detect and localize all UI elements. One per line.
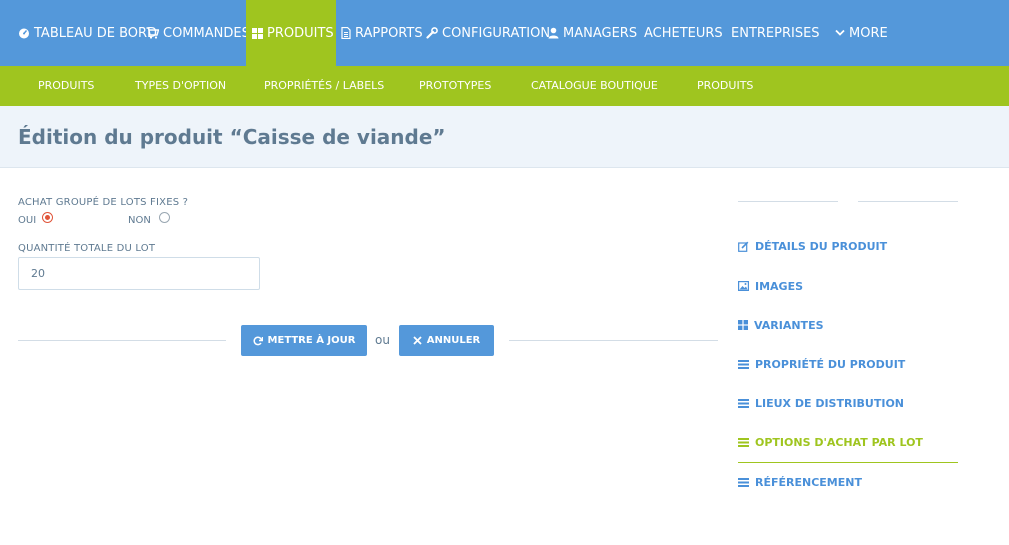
nav-item-label: MANAGERS	[563, 25, 638, 41]
sidebar-item-label: PROPRIÉTÉ DU PRODUIT	[755, 357, 906, 371]
edit-icon	[738, 241, 749, 252]
radio-non-label: NON	[128, 215, 151, 226]
subnav-item-types-option[interactable]: TYPES D'OPTION	[135, 66, 226, 106]
grid-icon	[738, 320, 748, 330]
dashboard-icon	[18, 27, 30, 39]
or-separator: ou	[375, 333, 390, 347]
wrench-icon	[426, 27, 438, 39]
grid-icon	[252, 27, 263, 39]
radio-non[interactable]	[159, 212, 170, 223]
nav-item-configuration[interactable]: CONFIGURATION	[426, 0, 550, 66]
nav-item-label: PRODUITS	[267, 25, 334, 41]
quantity-label: QUANTITÉ TOTALE DU LOT	[18, 243, 156, 254]
nav-item-managers[interactable]: MANAGERS	[548, 0, 637, 66]
user-icon	[548, 27, 559, 39]
sidebar-item-bulk-options[interactable]: OPTIONS D'ACHAT PAR LOT	[738, 432, 923, 452]
divider-right	[509, 340, 718, 341]
subnav-item-label: PROTOTYPES	[419, 79, 492, 92]
sidebar-tab-line-left	[738, 201, 838, 202]
divider-left	[18, 340, 226, 341]
nav-item-more[interactable]: MORE	[835, 0, 888, 66]
nav-item-label: CONFIGURATION	[442, 25, 551, 41]
document-icon	[341, 27, 351, 39]
sidebar-item-product-details[interactable]: DÉTAILS DU PRODUIT	[738, 236, 887, 256]
list-icon	[738, 437, 749, 447]
subnav-item-proprietes-labels[interactable]: PROPRIÉTÉS / LABELS	[264, 66, 384, 106]
sidebar-tab-line-right	[858, 201, 958, 202]
sidebar-item-variants[interactable]: VARIANTES	[738, 315, 824, 335]
sidebar-item-label: DÉTAILS DU PRODUIT	[755, 239, 888, 253]
list-icon	[738, 398, 749, 408]
chevron-down-icon	[835, 29, 845, 37]
sidebar-item-images[interactable]: IMAGES	[738, 276, 803, 296]
cart-icon	[146, 27, 159, 39]
radio-oui-label: OUI	[18, 215, 37, 226]
subnav-item-label: TYPES D'OPTION	[135, 79, 227, 92]
sidebar-active-underline	[738, 462, 958, 463]
nav-item-produits[interactable]: PRODUITS	[246, 0, 336, 66]
nav-item-label: COMMANDES	[163, 25, 250, 41]
sidebar-item-distribution[interactable]: LIEUX DE DISTRIBUTION	[738, 393, 904, 413]
page-header: Édition du produit “Caisse de viande”	[0, 106, 1009, 168]
update-button-label: METTRE À JOUR	[267, 335, 356, 346]
subnav-item-produits[interactable]: PRODUITS	[38, 66, 95, 113]
nav-item-rapports[interactable]: RAPPORTS	[341, 0, 423, 66]
nav-item-acheteurs[interactable]: ACHETEURS	[644, 0, 723, 66]
nav-item-label: RAPPORTS	[355, 25, 423, 41]
nav-item-entreprises[interactable]: ENTREPRISES	[731, 0, 820, 66]
nav-item-label: TABLEAU DE BORD	[34, 25, 158, 41]
top-navigation: TABLEAU DE BORD COMMANDES PRODUITS RAPPO…	[0, 0, 1009, 66]
subnav-item-label: CATALOGUE BOUTIQUE	[531, 79, 658, 92]
quantity-input[interactable]: 20	[18, 257, 260, 290]
list-icon	[738, 477, 749, 487]
page-title: Édition du produit “Caisse de viande”	[18, 125, 446, 149]
subnav-item-prototypes[interactable]: PROTOTYPES	[419, 66, 491, 106]
refresh-icon	[253, 336, 263, 345]
nav-item-label: ENTREPRISES	[731, 25, 820, 41]
cancel-button[interactable]: ANNULER	[399, 325, 494, 356]
sub-navigation: PRODUITS TYPES D'OPTION PROPRIÉTÉS / LAB…	[0, 66, 1009, 113]
radio-oui[interactable]	[42, 212, 53, 223]
subnav-item-produits-current[interactable]: PRODUITS	[697, 66, 754, 113]
sidebar-item-label: OPTIONS D'ACHAT PAR LOT	[755, 435, 923, 449]
sidebar-item-product-property[interactable]: PROPRIÉTÉ DU PRODUIT	[738, 354, 905, 374]
nav-item-commandes[interactable]: COMMANDES	[146, 0, 250, 66]
sidebar-item-label: IMAGES	[755, 279, 804, 293]
nav-item-label: ACHETEURS	[644, 25, 723, 41]
sidebar-item-label: VARIANTES	[754, 318, 824, 332]
subnav-item-label: PRODUITS	[38, 79, 95, 92]
bulk-purchase-label: ACHAT GROUPÉ DE LOTS FIXES ?	[18, 197, 189, 208]
subnav-item-label: PROPRIÉTÉS / LABELS	[264, 79, 385, 92]
cancel-button-label: ANNULER	[426, 335, 481, 346]
image-icon	[738, 281, 749, 291]
close-icon	[413, 336, 422, 345]
sidebar-item-seo[interactable]: RÉFÉRENCEMENT	[738, 472, 862, 492]
subnav-item-catalogue-boutique[interactable]: CATALOGUE BOUTIQUE	[531, 66, 658, 106]
update-button[interactable]: METTRE À JOUR	[241, 325, 367, 356]
sidebar-item-label: LIEUX DE DISTRIBUTION	[755, 396, 905, 410]
sidebar-item-label: RÉFÉRENCEMENT	[755, 475, 862, 489]
subnav-item-label: PRODUITS	[697, 79, 754, 92]
nav-item-tableau-de-bord[interactable]: TABLEAU DE BORD	[18, 0, 157, 66]
nav-item-label: MORE	[849, 25, 888, 41]
list-icon	[738, 359, 749, 369]
